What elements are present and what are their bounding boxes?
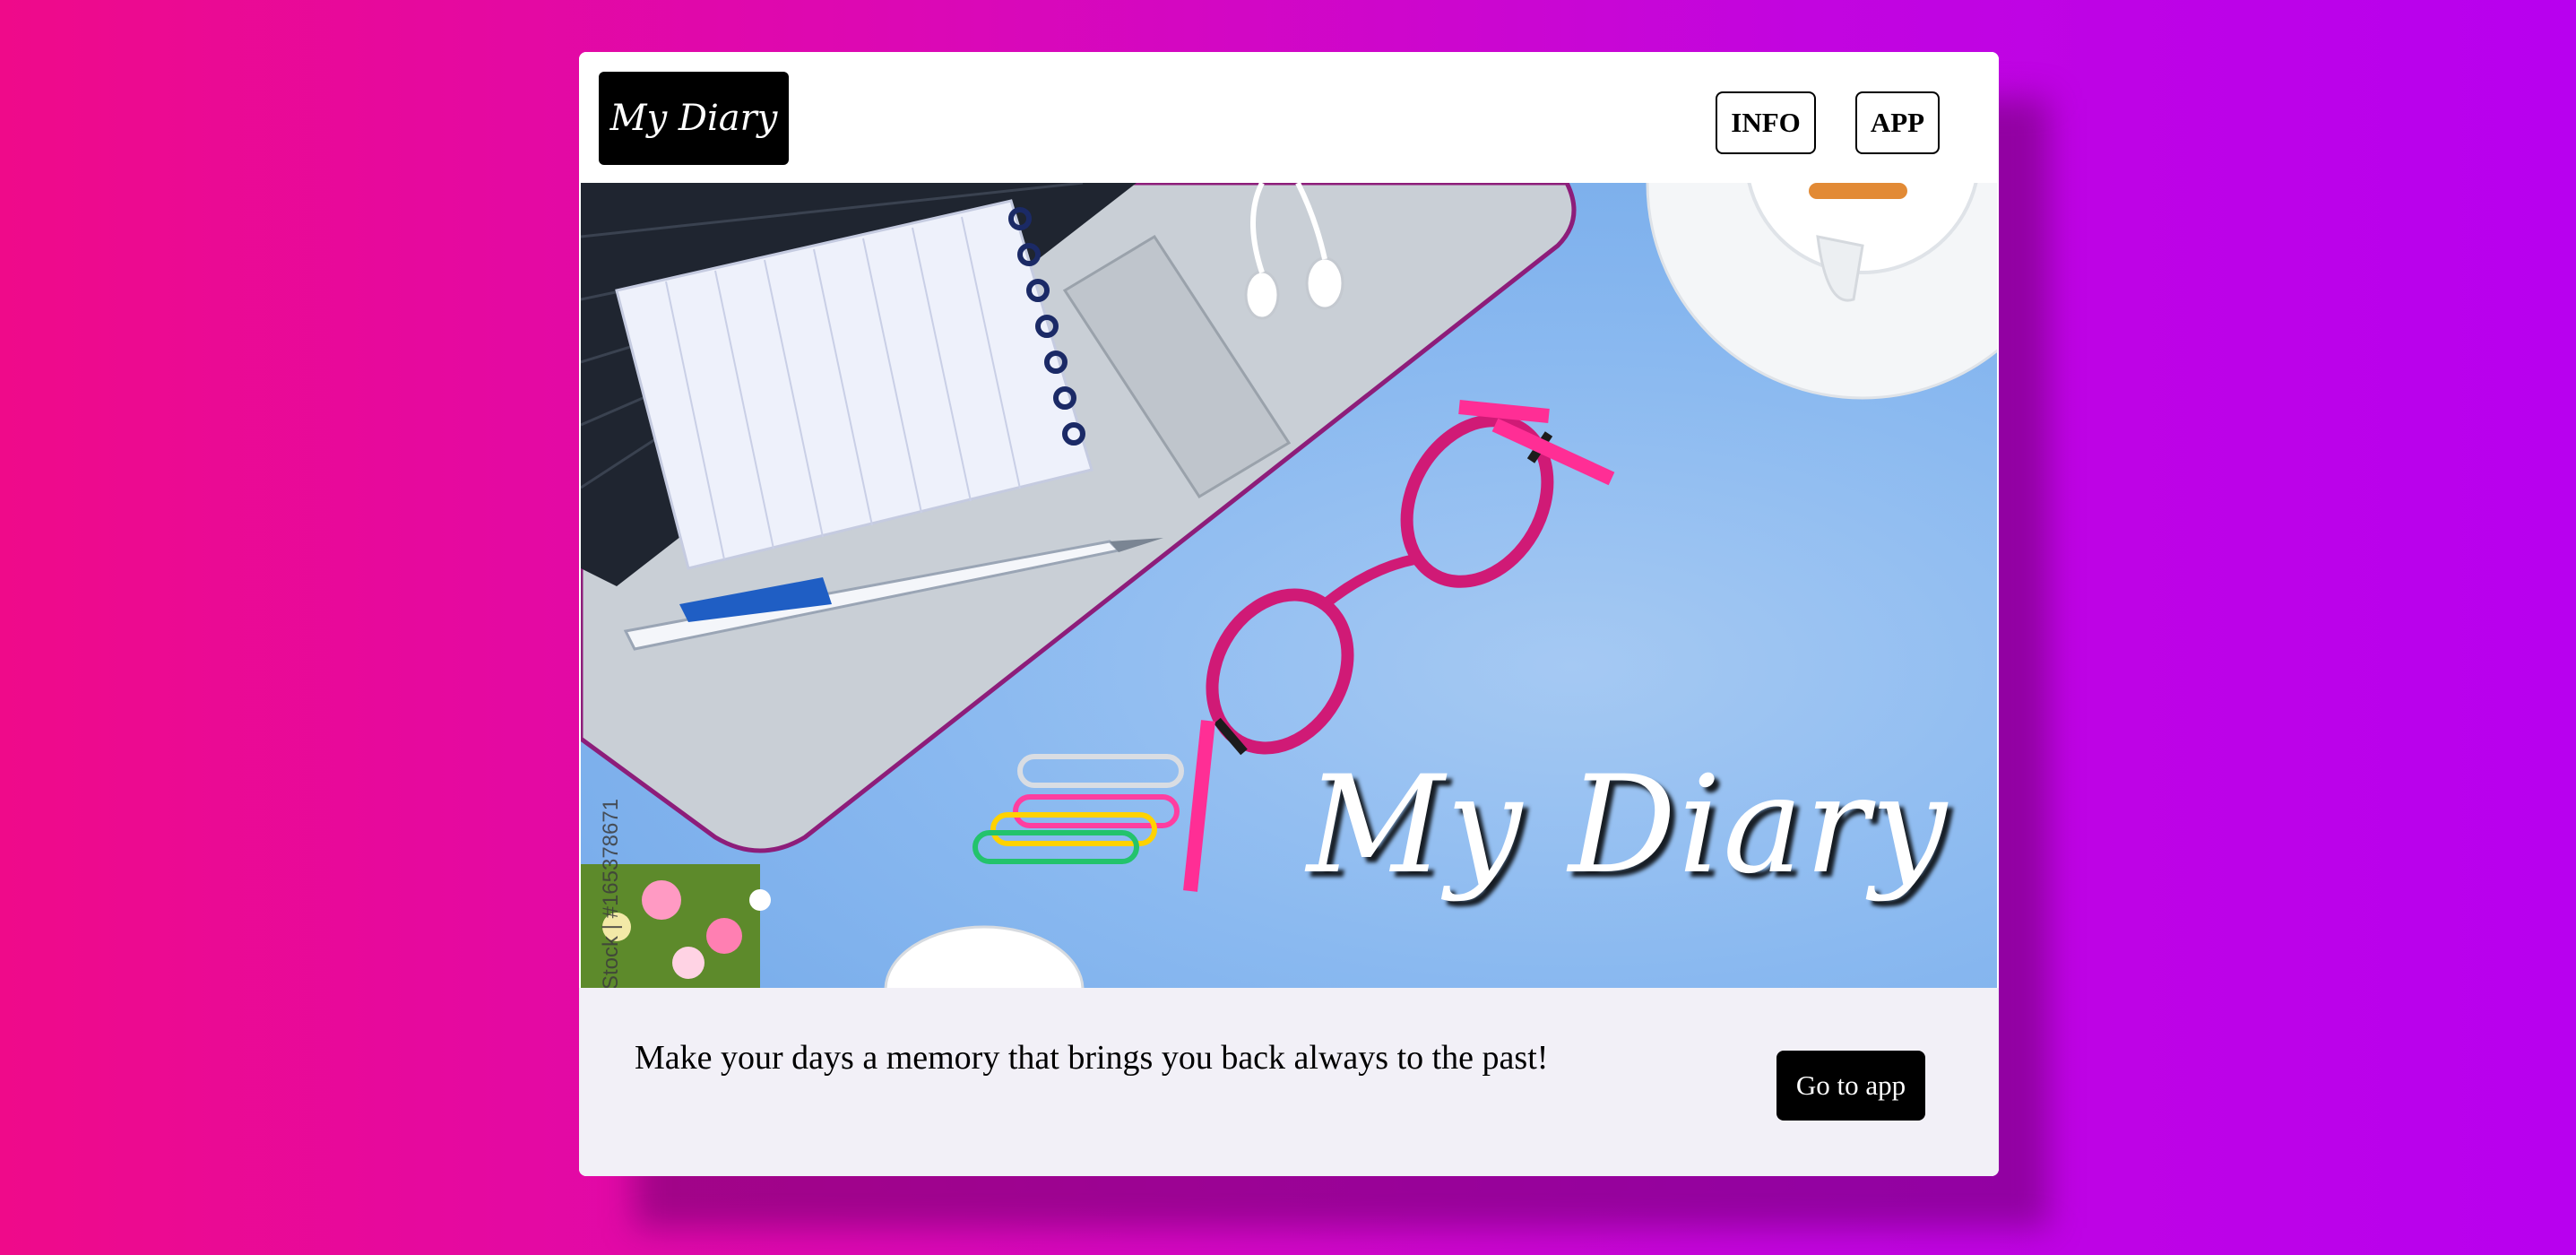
header: My Diary INFO APP — [579, 52, 1999, 183]
tagline: Make your days a memory that brings you … — [635, 1039, 1549, 1077]
go-to-app-button[interactable]: Go to app — [1776, 1051, 1925, 1121]
cup-illustration — [1646, 183, 1997, 400]
nav-app-button[interactable]: APP — [1855, 91, 1940, 154]
hero-title: My Diary — [1306, 748, 1949, 904]
landing-card: My Diary INFO APP Stock | #165378671 My … — [579, 52, 1999, 1176]
logo[interactable]: My Diary — [599, 72, 789, 165]
hero-image: Stock | #165378671 My Diary — [581, 183, 1997, 988]
nav-info-button[interactable]: INFO — [1716, 91, 1816, 154]
footer: Make your days a memory that brings you … — [579, 988, 1999, 1176]
stock-watermark: Stock | #165378671 — [599, 798, 623, 988]
paperclips-illustration — [972, 754, 1184, 864]
mouse-illustration — [884, 925, 1085, 988]
